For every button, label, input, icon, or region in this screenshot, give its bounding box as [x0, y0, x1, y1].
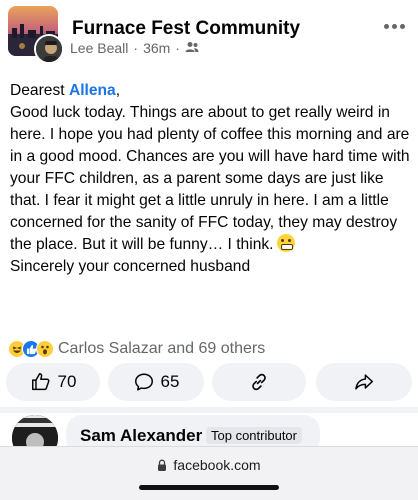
- thumbs-up-icon: [31, 373, 50, 391]
- author-name[interactable]: Lee Beall: [70, 40, 128, 56]
- meta-separator: ·: [133, 40, 139, 56]
- author-avatar[interactable]: [34, 34, 64, 64]
- lock-icon: [158, 459, 167, 471]
- greeting-prefix: Dearest: [10, 82, 69, 99]
- reaction-summary[interactable]: Carlos Salazar and 69 others: [58, 340, 265, 358]
- grimacing-face-emoji: [276, 234, 295, 252]
- wow-reaction-icon: [36, 340, 54, 358]
- browser-address-bar: facebook.com: [0, 446, 418, 500]
- more-options-button[interactable]: [384, 20, 408, 32]
- home-indicator[interactable]: [139, 485, 279, 490]
- comment-button[interactable]: 65: [108, 363, 204, 401]
- post-meta: Lee Beall · 36m ·: [70, 40, 199, 56]
- post-time[interactable]: 36m: [143, 40, 170, 56]
- reaction-icons: [8, 340, 54, 358]
- like-button[interactable]: 70: [6, 363, 100, 401]
- meta-separator-2: ·: [175, 40, 180, 56]
- post-signoff: Sincerely your concerned husband: [10, 258, 251, 275]
- top-contributor-badge: Top contributor: [206, 427, 302, 444]
- greeting-line: Dearest Allena,: [10, 80, 412, 102]
- copy-link-button[interactable]: [212, 363, 306, 401]
- greeting-suffix: ,: [115, 82, 121, 99]
- commenter-name[interactable]: Sam Alexander: [80, 426, 202, 446]
- post-body: Dearest Allena, Good luck today. Things …: [10, 80, 412, 278]
- post-text: Good luck today. Things are about to get…: [10, 102, 412, 256]
- group-name[interactable]: Furnace Fest Community: [72, 18, 300, 40]
- action-bar: 70 65: [0, 363, 418, 401]
- post-text-content: Good luck today. Things are about to get…: [10, 104, 410, 253]
- like-count: 70: [57, 372, 77, 391]
- url-display[interactable]: facebook.com: [0, 457, 418, 473]
- more-horizontal-icon: [384, 23, 389, 29]
- link-icon: [252, 373, 266, 391]
- post-header: Furnace Fest Community Lee Beall · 36m ·: [0, 0, 418, 70]
- share-arrow-icon: [355, 374, 373, 390]
- more-dot: [400, 23, 405, 29]
- share-button[interactable]: [316, 363, 412, 401]
- members-icon: [185, 40, 199, 56]
- comment-icon: [134, 373, 153, 391]
- mention-link[interactable]: Allena: [69, 82, 116, 99]
- more-dot: [392, 23, 397, 29]
- url-text: facebook.com: [173, 457, 261, 473]
- reactions-row[interactable]: Carlos Salazar and 69 others: [8, 338, 265, 360]
- comment-count: 65: [160, 372, 180, 391]
